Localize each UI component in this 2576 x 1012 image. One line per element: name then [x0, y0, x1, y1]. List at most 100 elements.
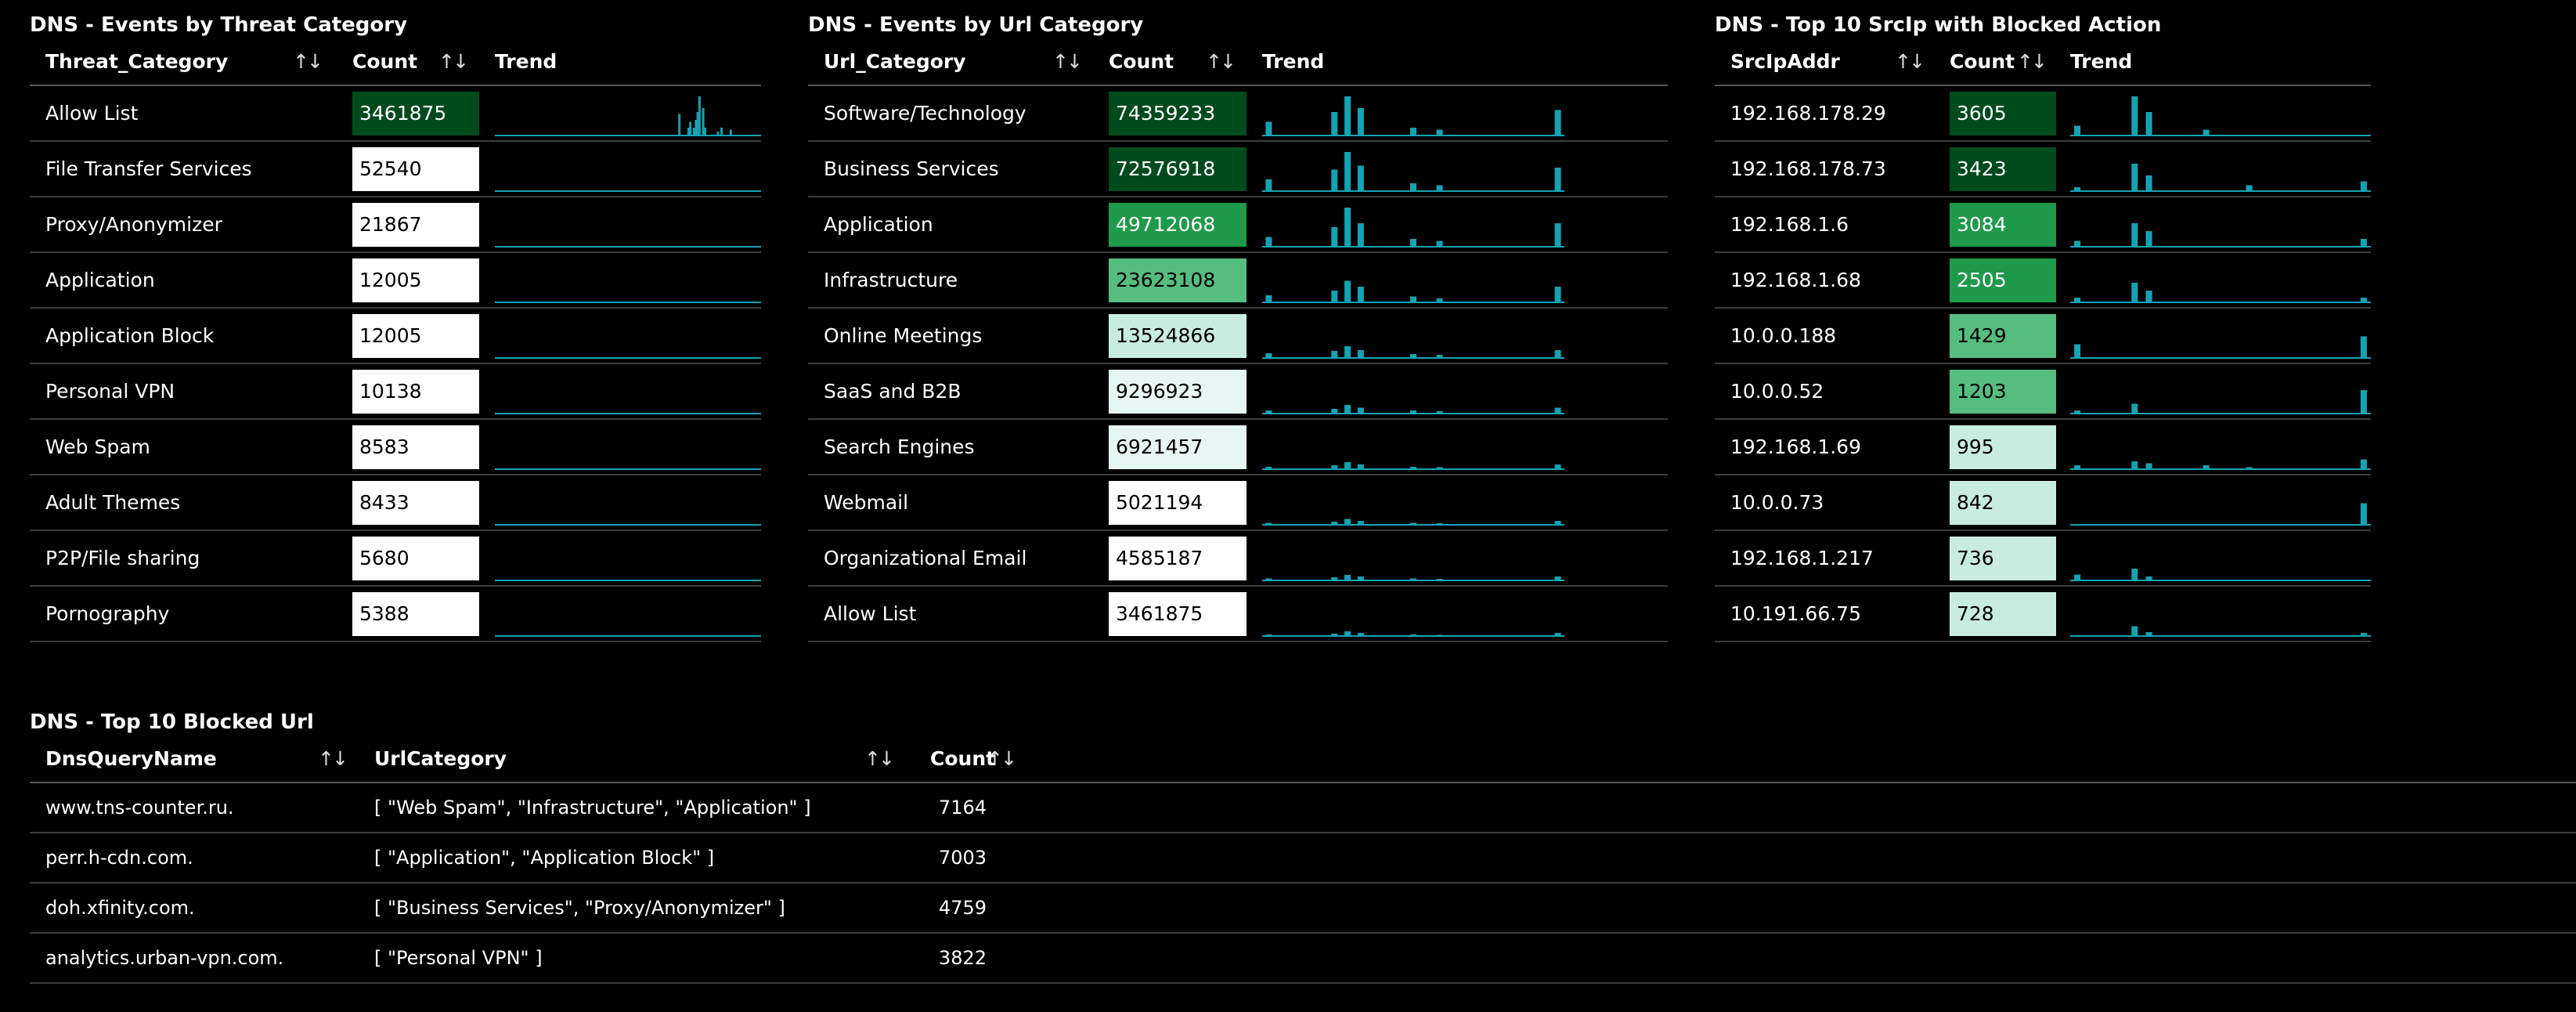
table-row[interactable]: 10.0.0.73 842	[1715, 475, 2371, 531]
trend-sparkline	[2070, 459, 2371, 470]
trend-bar	[1357, 287, 1364, 302]
column-header-count[interactable]: Count	[930, 736, 995, 782]
table-row[interactable]: Application Block 12005	[30, 309, 761, 364]
column-header-count[interactable]: Count	[1950, 39, 2015, 85]
trend-bar	[1554, 633, 1561, 636]
count-cell: 10138	[352, 370, 479, 414]
sort-icon[interactable]: ↑↓	[987, 736, 1017, 782]
count-cell: 12005	[352, 314, 479, 358]
trend-bar	[1436, 240, 1443, 247]
sort-icon[interactable]: ↑↓	[864, 736, 895, 782]
table-row[interactable]: 192.168.1.68 2505	[1715, 253, 2371, 309]
trend-bar	[1357, 350, 1364, 358]
column-header-urlcategory[interactable]: UrlCategory	[374, 736, 507, 782]
trend-sparkline	[2070, 96, 2371, 136]
table-row[interactable]: Online Meetings 13524866	[808, 309, 1668, 364]
count-cell: 49712068	[1109, 203, 1247, 247]
column-header-trend: Trend	[1262, 50, 1325, 73]
row-label: Organizational Email	[824, 547, 1027, 569]
trend-sparkline	[495, 357, 761, 359]
row-label: 192.168.1.217	[1730, 547, 1874, 569]
trend-bar	[2074, 410, 2081, 414]
trend-sparkline	[1262, 280, 1564, 303]
table-row[interactable]: 192.168.1.69 995	[1715, 420, 2371, 475]
trend-sparkline	[2070, 336, 2371, 359]
count-cell: 7003	[938, 847, 987, 869]
table-row[interactable]: File Transfer Services 52540	[30, 142, 761, 197]
table-row[interactable]: 192.168.1.6 3084	[1715, 197, 2371, 253]
trend-sparkline	[495, 96, 761, 136]
trend-bar	[2074, 344, 2081, 358]
table-row[interactable]: P2P/File sharing 5680	[30, 531, 761, 587]
sort-icon[interactable]: ↑↓	[293, 39, 323, 85]
column-header-count[interactable]: Count	[1109, 39, 1174, 85]
trend-bar	[1410, 410, 1416, 414]
trend-bar	[1554, 168, 1561, 191]
sort-icon[interactable]: ↑↓	[1052, 39, 1083, 85]
column-header-count[interactable]: Count	[352, 39, 417, 85]
trend-sparkline	[495, 468, 761, 470]
table-row[interactable]: Infrastructure 23623108	[808, 253, 1668, 309]
trend-bar	[1554, 464, 1561, 469]
table-row[interactable]: Allow List 3461875	[808, 587, 1668, 642]
table-row[interactable]: 192.168.178.73 3423	[1715, 142, 2371, 197]
dnsqueryname-cell: perr.h-cdn.com.	[45, 847, 193, 869]
trend-bar	[2360, 298, 2367, 302]
panel-title: DNS - Events by Threat Category	[30, 13, 408, 37]
trend-bar	[2246, 185, 2253, 191]
trend-bar	[1331, 351, 1338, 358]
sort-icon[interactable]: ↑↓	[438, 39, 469, 85]
table-row[interactable]: Pornography 5388	[30, 587, 761, 642]
table-row[interactable]: Personal VPN 10138	[30, 364, 761, 420]
column-header-dnsqueryname[interactable]: DnsQueryName	[45, 736, 217, 782]
table-row[interactable]: Software/Technology 74359233	[808, 86, 1668, 142]
table-row[interactable]: Search Engines 6921457	[808, 420, 1668, 475]
table-row[interactable]: Business Services 72576918	[808, 142, 1668, 197]
table-row[interactable]: perr.h-cdn.com. [ "Application", "Applica…	[30, 833, 2576, 884]
table-row[interactable]: Proxy/Anonymizer 21867	[30, 197, 761, 253]
table-row[interactable]: 192.168.178.29 3605	[1715, 86, 2371, 142]
table-row[interactable]: Web Spam 8583	[30, 420, 761, 475]
table-row[interactable]: 10.0.0.188 1429	[1715, 309, 2371, 364]
count-cell: 736	[1950, 537, 2056, 580]
trend-bar	[2131, 283, 2138, 302]
trend-bar	[1357, 633, 1364, 636]
trend-bar	[2131, 96, 2138, 136]
row-label: Search Engines	[824, 436, 975, 458]
table-row[interactable]: Allow List 3461875	[30, 86, 761, 142]
column-header-category[interactable]: Url_Category	[824, 39, 966, 85]
count-cell: 3084	[1950, 203, 2056, 247]
table-row[interactable]: analytics.urban-vpn.com. [ "Personal VPN"…	[30, 934, 2576, 984]
sort-icon[interactable]: ↑↓	[2017, 39, 2047, 85]
trend-bar	[2360, 336, 2367, 358]
threat-category-panel: DNS - Events by Threat Category Threat_C…	[30, 11, 761, 642]
trend-bar	[1331, 522, 1338, 525]
table-row[interactable]: 192.168.1.217 736	[1715, 531, 2371, 587]
table-row[interactable]: Webmail 5021194	[808, 475, 1668, 531]
urlcategory-cell: [ "Business Services", "Proxy/Anonymizer…	[374, 897, 785, 919]
trend-bar	[1344, 96, 1351, 136]
trend-sparkline	[2070, 626, 2371, 637]
column-header-category[interactable]: Threat_Category	[45, 39, 228, 85]
trend-bar	[720, 128, 723, 136]
table-row[interactable]: 10.191.66.75 728	[1715, 587, 2371, 642]
trend-bar	[729, 129, 732, 136]
sort-icon[interactable]: ↑↓	[318, 736, 348, 782]
sort-icon[interactable]: ↑↓	[1206, 39, 1236, 85]
table-row[interactable]: Application 12005	[30, 253, 761, 309]
sort-icon[interactable]: ↑↓	[1895, 39, 1925, 85]
trend-sparkline	[495, 246, 761, 248]
trend-bar	[1410, 239, 1416, 247]
table-row[interactable]: Organizational Email 4585187	[808, 531, 1668, 587]
table-row[interactable]: Application 49712068	[808, 197, 1668, 253]
trend-bar	[1410, 183, 1416, 191]
table-row[interactable]: www.tns-counter.ru. [ "Web Spam", "Infras…	[30, 783, 2576, 833]
trend-bar	[2145, 632, 2152, 636]
table-row[interactable]: SaaS and B2B 9296923	[808, 364, 1668, 420]
trend-sparkline	[1262, 631, 1564, 637]
table-row[interactable]: Adult Themes 8433	[30, 475, 761, 531]
table-row[interactable]: doh.xfinity.com. [ "Business Services", "…	[30, 884, 2576, 934]
count-cell: 3822	[938, 947, 987, 969]
column-header-srcip[interactable]: SrcIpAddr	[1730, 39, 1840, 85]
table-row[interactable]: 10.0.0.52 1203	[1715, 364, 2371, 420]
